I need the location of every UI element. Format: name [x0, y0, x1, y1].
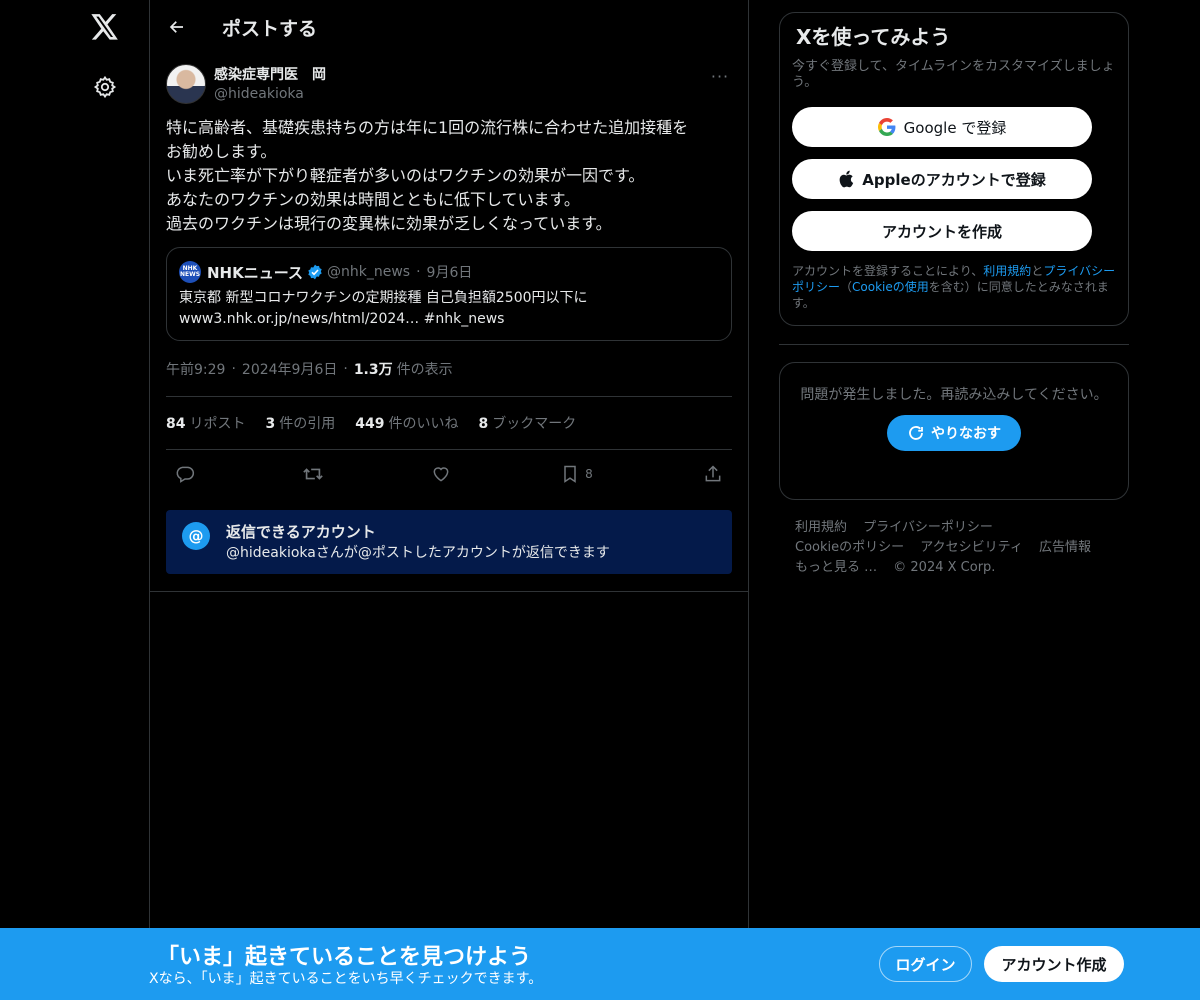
- google-signup-label: Google で登録: [903, 118, 1007, 137]
- x-logo-icon[interactable]: [88, 10, 122, 44]
- footer-more-link[interactable]: もっと見る …: [795, 558, 877, 578]
- reply-icon[interactable]: [170, 459, 200, 489]
- post-text: 特に高齢者、基礎疾患持ちの方は年に1回の流行株に合わせた追加接種を お勧めします…: [166, 118, 689, 233]
- stat-count: 84: [166, 416, 186, 432]
- quote-author-handle: @nhk_news: [326, 264, 411, 280]
- stat-label: リポスト: [189, 416, 246, 432]
- author-name[interactable]: 感染症専門医 岡: [214, 66, 326, 84]
- footer-privacy-link[interactable]: プライバシーポリシー: [863, 518, 993, 538]
- create-account-button[interactable]: アカウントを作成: [792, 211, 1092, 251]
- divider: [779, 344, 1129, 345]
- post-meta: 午前9:29 · 2024年9月6日 · 1.3万 件の表示: [166, 341, 732, 397]
- post-actions: 8: [166, 450, 732, 498]
- bottom-signup-bar: 「いま」起きていることを見つけよう Xなら、「いま」起きていることをいち早くチェ…: [0, 928, 1200, 1000]
- stat-count: 449: [355, 416, 385, 432]
- meta-separator: ·: [343, 360, 348, 377]
- divider: [150, 591, 748, 592]
- retry-label: やりなおす: [931, 426, 1001, 442]
- stat-label: ブックマーク: [492, 416, 577, 432]
- terms-link[interactable]: 利用規約: [983, 264, 1031, 278]
- quote-separator: ·: [416, 264, 421, 280]
- at-sign-icon: @: [182, 522, 210, 550]
- reply-restriction-text: 返信できるアカウント @hideakiokaさんが@ポストしたアカウントが返信で…: [226, 522, 610, 564]
- quoted-post[interactable]: NHK NEWS NHKニュース @nhk_news · 9月6日 東京都 新型…: [166, 247, 732, 341]
- reply-restriction-title: 返信できるアカウント: [226, 523, 376, 541]
- post-time[interactable]: 午前9:29: [166, 359, 225, 379]
- author-names: 感染症専門医 岡 @hideakioka: [214, 66, 326, 104]
- refresh-icon: [909, 426, 923, 440]
- footer-links: 利用規約 プライバシーポリシー Cookieのポリシー アクセシビリティ 広告情…: [779, 518, 1129, 578]
- author-row: 感染症専門医 岡 @hideakioka ···: [166, 54, 732, 110]
- footer-cookie-link[interactable]: Cookieのポリシー: [795, 538, 904, 558]
- terms-prefix: アカウントを登録することにより、: [792, 264, 984, 278]
- footer-copyright: © 2024 X Corp.: [893, 560, 996, 575]
- quote-date: 9月6日: [426, 265, 473, 281]
- settings-gear-icon[interactable]: [90, 72, 120, 102]
- reply-restriction-notice: @ 返信できるアカウント @hideakiokaさんが@ポストしたアカウントが返…: [166, 510, 732, 574]
- stat-likes[interactable]: 449 件のいいね: [355, 413, 458, 433]
- signup-card-title: Xを使ってみよう: [796, 25, 951, 49]
- footer-terms-link[interactable]: 利用規約: [795, 518, 847, 538]
- stat-count: 8: [478, 416, 489, 432]
- apple-icon: [838, 170, 854, 188]
- stat-count: 3: [265, 416, 276, 432]
- post-date[interactable]: 2024年9月6日: [242, 359, 337, 379]
- quote-text: 東京都 新型コロナワクチンの定期接種 自己負担額2500円以下に www3.nh…: [179, 288, 719, 330]
- login-button[interactable]: ログイン: [879, 946, 972, 982]
- meta-separator: ·: [231, 360, 236, 377]
- stat-quotes[interactable]: 3 件の引用: [265, 413, 335, 433]
- left-nav: [0, 0, 149, 1000]
- views-label: 件の表示: [396, 361, 453, 378]
- bottom-bar-title: 「いま」起きていることを見つけよう: [157, 945, 532, 970]
- quote-text-line: 東京都 新型コロナワクチンの定期接種 自己負担額2500円以下に: [179, 290, 588, 306]
- stat-reposts[interactable]: 84 リポスト: [166, 413, 245, 433]
- main-column: ポストする 感染症専門医 岡 @hideakioka ··· 特に高齢者、基礎疾…: [149, 0, 749, 1000]
- like-heart-icon[interactable]: [426, 459, 456, 489]
- error-card: 問題が発生しました。再読み込みしてください。 やりなおす: [779, 362, 1129, 500]
- terms-and: と: [1031, 264, 1044, 278]
- post: 感染症専門医 岡 @hideakioka ··· 特に高齢者、基礎疾患持ちの方は…: [150, 54, 748, 574]
- quote-link-line[interactable]: www3.nhk.or.jp/news/html/2024… #nhk_news: [179, 309, 719, 330]
- repost-icon[interactable]: [298, 459, 328, 489]
- stat-label: 件の引用: [279, 416, 336, 432]
- stat-label: 件のいいね: [388, 416, 459, 432]
- signup-card-subtitle: 今すぐ登録して、タイムラインをカスタマイズしましょう。: [792, 59, 1115, 90]
- footer-accessibility-link[interactable]: アクセシビリティ: [920, 538, 1023, 558]
- retry-button[interactable]: やりなおす: [887, 415, 1021, 451]
- footer-ads-link[interactable]: 広告情報: [1039, 538, 1091, 558]
- bottom-bar-subtitle: Xなら、「いま」起きていることをいち早くチェックできます。: [149, 971, 543, 987]
- right-sidebar: Xを使ってみよう 今すぐ登録して、タイムラインをカスタマイズしましょう。 Goo…: [779, 12, 1129, 578]
- cookie-link[interactable]: Cookieの使用: [852, 280, 929, 294]
- quote-author-name: NHKニュース: [207, 263, 303, 282]
- apple-signup-button[interactable]: Appleのアカウントで登録: [792, 159, 1092, 199]
- author-handle[interactable]: @hideakioka: [214, 84, 326, 104]
- nhk-news-logo: NHK NEWS: [179, 261, 201, 283]
- signup-card: Xを使ってみよう 今すぐ登録して、タイムラインをカスタマイズしましょう。 Goo…: [779, 12, 1129, 326]
- apple-signup-label: Appleのアカウントで登録: [862, 170, 1046, 189]
- error-message: 問題が発生しました。再読み込みしてください。: [800, 387, 1108, 403]
- google-icon: [877, 118, 896, 136]
- stat-bookmarks[interactable]: 8 ブックマーク: [478, 413, 576, 433]
- views-count: 1.3万: [353, 361, 393, 378]
- page-title: ポストする: [222, 17, 318, 40]
- signup-button[interactable]: アカウント作成: [984, 946, 1124, 982]
- bookmark-icon[interactable]: 8: [554, 459, 600, 489]
- terms-text: アカウントを登録することにより、利用規約とプライバシーポリシー（Cookieの使…: [792, 263, 1116, 311]
- post-stats: 84 リポスト 3 件の引用 449 件のいいね 8 ブックマーク: [166, 397, 732, 450]
- verified-badge-icon: [307, 264, 323, 280]
- share-icon[interactable]: [698, 459, 728, 489]
- quote-header: NHK NEWS NHKニュース @nhk_news · 9月6日: [179, 260, 719, 284]
- terms-open: （: [840, 280, 853, 294]
- avatar[interactable]: [166, 64, 206, 104]
- back-arrow-icon[interactable]: [166, 16, 188, 38]
- more-options-icon[interactable]: ···: [708, 64, 732, 88]
- header: ポストする: [150, 0, 748, 54]
- google-signup-button[interactable]: Google で登録: [792, 107, 1092, 147]
- reply-restriction-desc: @hideakiokaさんが@ポストしたアカウントが返信できます: [226, 545, 610, 561]
- bookmark-count: 8: [585, 467, 593, 481]
